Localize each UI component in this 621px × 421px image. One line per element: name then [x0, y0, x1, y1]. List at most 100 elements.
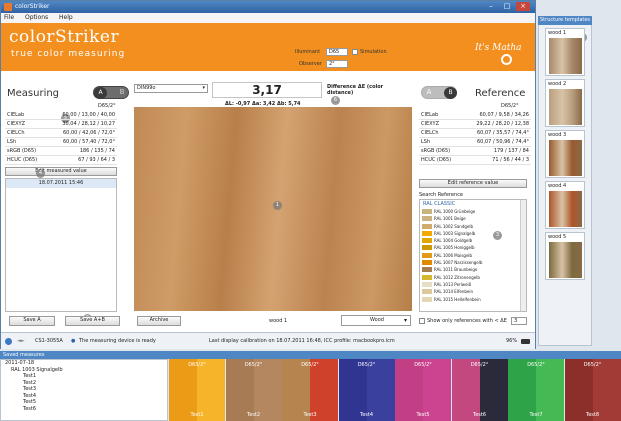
template-card[interactable]: wood 1	[545, 28, 585, 76]
save-a-button[interactable]: Save A	[9, 316, 55, 326]
reference-item[interactable]: RAL 1004 Goldgelb	[420, 237, 526, 244]
reference-list[interactable]: RAL CLASSIC RAL 1000 Grünbeige RAL 1001 B…	[419, 199, 527, 312]
template-card[interactable]: wood 2	[545, 79, 585, 127]
partner-logo-text: It's Matha	[475, 43, 522, 53]
observer-select[interactable]: 2°	[326, 60, 348, 68]
reference-swatch	[422, 209, 432, 214]
template-card[interactable]: wood 3	[545, 130, 585, 178]
value-row: CIEXYZ 29,22 / 28,20 / 12,38	[419, 120, 531, 129]
toggle-a: A	[94, 87, 107, 99]
tree-item-label: RAL 1003 Signalgelb	[11, 366, 63, 373]
template-card[interactable]: wood 5	[545, 232, 585, 280]
menu-help[interactable]: Help	[59, 14, 73, 21]
value-row: LSh 60,07 / 50,96 / 74,4°	[419, 138, 531, 147]
simulation-checkbox[interactable]	[352, 49, 358, 55]
status-bar: ◄► CS1-3055A ● The measuring device is r…	[1, 332, 535, 349]
value-row: CIELab 60,00 / 13,00 / 40,00	[5, 111, 117, 120]
swatch-condition: D65/2°	[527, 362, 545, 368]
value-text: 60,00 / 42,06 / 72,0°	[63, 130, 115, 136]
value-row: CIELCh 60,00 / 42,06 / 72,0°	[5, 129, 117, 138]
info-icon	[5, 338, 12, 345]
archive-button[interactable]: Archive	[137, 316, 181, 326]
threshold-stepper[interactable]: 3	[511, 317, 527, 325]
saved-measures-label: Saved measures	[3, 352, 45, 358]
swatch-name: Test4	[359, 412, 374, 418]
app-header: colorStriker true color measuring Illumi…	[1, 23, 535, 71]
reference-swatch	[422, 274, 432, 280]
edit-reference-button[interactable]: Edit reference value	[419, 179, 527, 188]
saved-swatch[interactable]: D65/2° Test3	[282, 359, 338, 421]
close-icon[interactable]: ×	[516, 2, 530, 11]
reference-item-label: RAL 1013 Perlweiß	[434, 281, 472, 287]
reference-item[interactable]: RAL 1014 Elfenbein	[420, 288, 526, 295]
color-formula-select[interactable]: DIN99o ▾	[134, 84, 208, 93]
illuminant-select[interactable]: D65	[326, 48, 348, 56]
reference-swatch	[422, 245, 432, 251]
reference-item-label: RAL 1012 Zitronengelb	[434, 274, 480, 280]
value-text: 60,07 / 9,58 / 34,26	[479, 112, 530, 118]
measure-list[interactable]: 18.07.2011 15:46	[5, 178, 117, 312]
measure-entry[interactable]: 18.07.2011 15:46	[6, 179, 116, 188]
saved-tree[interactable]: 2011-07-18 RAL 1003 Signalgelb Test1 Test2 T…	[0, 359, 168, 421]
show-only-checkbox[interactable]	[419, 318, 425, 324]
reference-item[interactable]: RAL 1012 Zitronengelb	[420, 274, 526, 281]
reference-swatch	[422, 260, 432, 266]
save-ab-button[interactable]: Save A+B	[65, 316, 120, 326]
reference-item[interactable]: RAL 1003 Signalgelb	[420, 230, 526, 237]
title-bar: colorStriker – □ ×	[1, 1, 535, 13]
saved-swatch[interactable]: D65/2° Test5	[395, 359, 451, 421]
reference-ab-toggle[interactable]: A B	[421, 86, 457, 99]
reference-item[interactable]: RAL 1006 Maisgelb	[420, 252, 526, 259]
reference-scrollbar[interactable]	[520, 200, 526, 311]
swatch-condition: D65/2°	[470, 362, 489, 368]
menu-bar: File Options Help	[1, 13, 535, 23]
saved-swatch[interactable]: D65/2° Test2	[225, 359, 282, 421]
maximize-icon[interactable]: □	[500, 2, 514, 11]
reference-item[interactable]: RAL 1005 Honiggelb	[420, 244, 526, 251]
saved-swatch[interactable]: D65/2° Test7	[508, 359, 564, 421]
tree-item[interactable]: Test6	[1, 406, 167, 413]
structure-select[interactable]: Wood	[341, 315, 411, 326]
value-text: 30,04 / 28,12 / 10,27	[62, 121, 115, 127]
saved-swatch[interactable]: D65/2° Test1	[169, 359, 225, 421]
reference-item[interactable]: RAL 1000 Grünbeige	[420, 208, 526, 215]
menu-file[interactable]: File	[4, 14, 14, 21]
device-status-icon: ●	[71, 338, 76, 344]
measuring-ab-toggle[interactable]: A B	[93, 86, 129, 99]
value-key: CIEXYZ	[7, 121, 26, 127]
search-reference-label: Search Reference	[419, 192, 463, 198]
tree-item-label: Test3	[23, 386, 37, 392]
swatch-condition: D65/2°	[244, 362, 263, 368]
saved-swatch[interactable]: D65/2° Test8	[564, 359, 621, 421]
minimize-icon[interactable]: –	[484, 2, 498, 11]
value-key: LSh	[7, 139, 17, 145]
observer-label: Observer	[299, 61, 322, 67]
edit-measured-button[interactable]: Edit measured value	[5, 167, 117, 176]
value-key: CIELCh	[7, 130, 25, 136]
threshold-value: 3	[514, 318, 518, 324]
zoom-level: 96%	[506, 338, 518, 344]
reference-item[interactable]: RAL 1002 Sandgelb	[420, 223, 526, 230]
reference-item[interactable]: RAL 1001 Beige	[420, 215, 526, 222]
reference-item[interactable]: RAL 1007 Narzissengelb	[420, 259, 526, 266]
color-formula-value: DIN99o	[137, 85, 156, 91]
value-text: 60,07 / 50,96 / 74,4°	[477, 139, 529, 145]
value-key: CIEXYZ	[421, 121, 440, 127]
reference-item-label: RAL 1007 Narzissengelb	[434, 260, 483, 266]
template-label: wood 3	[548, 132, 567, 138]
reference-group[interactable]: RAL CLASSIC	[420, 200, 526, 208]
saved-swatch[interactable]: D65/2° Test4	[338, 359, 395, 421]
reference-item[interactable]: RAL 1015 Hellelfenbein	[420, 296, 526, 303]
menu-options[interactable]: Options	[25, 14, 48, 21]
marker-4: 4	[36, 169, 45, 178]
reference-item[interactable]: RAL 1013 Perlweiß	[420, 281, 526, 288]
reference-item[interactable]: RAL 1011 Braunbeige	[420, 266, 526, 273]
template-card[interactable]: wood 4	[545, 181, 585, 229]
reference-item-label: RAL 1014 Elfenbein	[434, 289, 473, 295]
reference-values: CIELab 60,07 / 9,58 / 34,26 CIEXYZ 29,22 / …	[419, 111, 531, 165]
main-window: colorStriker – □ × File Options Help col…	[0, 0, 536, 349]
reference-items: RAL 1000 Grünbeige RAL 1001 Beige RAL 1002…	[420, 208, 526, 303]
illuminant-label: Illuminant	[295, 49, 321, 55]
reference-swatch	[422, 289, 432, 295]
saved-swatch[interactable]: D65/2° Test6	[451, 359, 508, 421]
